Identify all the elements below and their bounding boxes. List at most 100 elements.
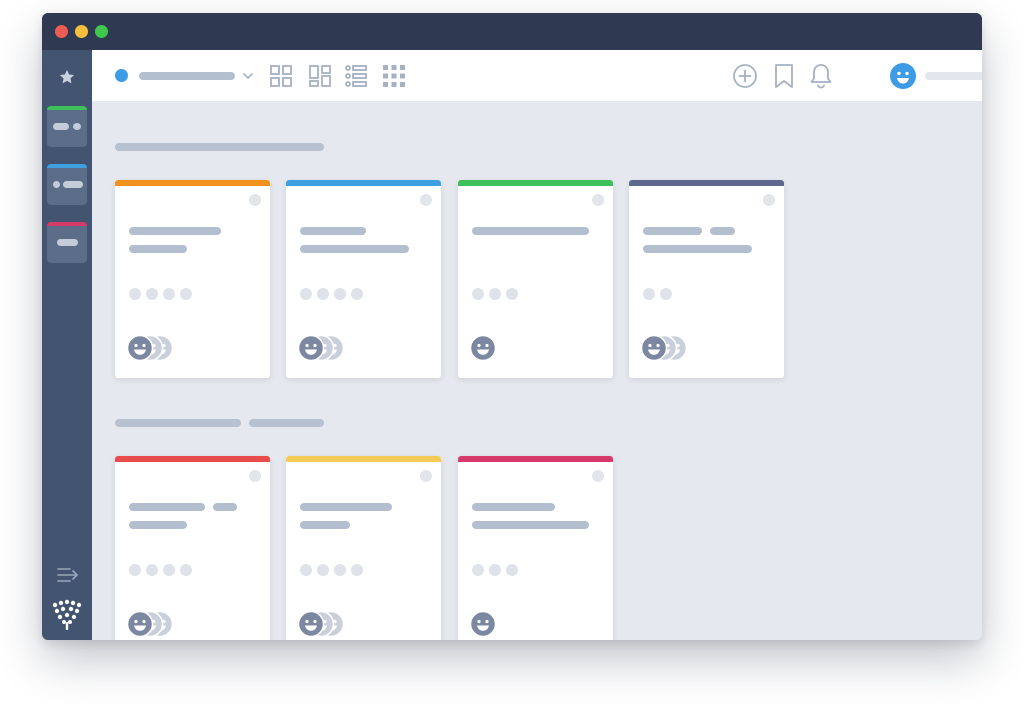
star-icon[interactable] (58, 68, 76, 86)
card-members (127, 611, 174, 638)
workspace-color-strip (47, 164, 87, 168)
compact-grid-view-icon[interactable] (382, 64, 406, 88)
section-title-2 (115, 419, 241, 427)
card-tag-dot (472, 564, 484, 576)
card-text-placeholder (300, 227, 366, 235)
member-avatar-icon (641, 335, 668, 362)
card-color-strip (286, 180, 441, 186)
member-avatar-icon (470, 335, 497, 362)
card-menu-dot[interactable] (420, 194, 432, 206)
card-tag-dot (489, 288, 501, 300)
board-title[interactable] (139, 72, 235, 80)
card-color-strip (115, 456, 270, 462)
top-toolbar (92, 50, 982, 101)
card-tag-dot (317, 288, 329, 300)
board-card[interactable] (115, 180, 270, 378)
title-bar (42, 13, 982, 50)
board-card[interactable] (115, 456, 270, 640)
card-tag-dot (146, 564, 158, 576)
card-members (470, 335, 497, 362)
bell-icon[interactable] (809, 62, 833, 90)
collapse-sidebar-icon[interactable] (56, 565, 80, 585)
card-text-placeholder (472, 521, 589, 529)
chevron-down-icon[interactable] (242, 70, 254, 82)
card-color-strip (629, 180, 784, 186)
card-color-strip (286, 456, 441, 462)
card-tag-dot (351, 564, 363, 576)
card-text-placeholder (472, 503, 555, 511)
card-menu-dot[interactable] (420, 470, 432, 482)
bookmark-icon[interactable] (773, 63, 795, 89)
card-color-strip (115, 180, 270, 186)
card-menu-dot[interactable] (592, 470, 604, 482)
workspace-tile-3[interactable] (47, 222, 87, 263)
tree-logo-icon (52, 599, 82, 630)
board-card[interactable] (286, 180, 441, 378)
card-text-placeholder (472, 227, 589, 235)
card-tag-dot (129, 564, 141, 576)
card-text-placeholder (710, 227, 735, 235)
card-tag-dot (334, 288, 346, 300)
card-tag-dot (489, 564, 501, 576)
board-card[interactable] (629, 180, 784, 378)
minimize-window-button[interactable] (75, 25, 88, 38)
grid-view-icon[interactable] (269, 64, 293, 88)
card-menu-dot[interactable] (592, 194, 604, 206)
card-tag-dot (506, 564, 518, 576)
board-card[interactable] (458, 456, 613, 640)
board-card[interactable] (286, 456, 441, 640)
workspace-tile-2[interactable] (47, 164, 87, 205)
card-text-placeholder (129, 521, 187, 529)
list-view-icon[interactable] (344, 64, 368, 88)
workspace-tile-1[interactable] (47, 106, 87, 147)
card-text-placeholder (300, 521, 350, 529)
close-window-button[interactable] (55, 25, 68, 38)
board-content (92, 101, 982, 640)
card-tag-dot (472, 288, 484, 300)
card-tag-dot (180, 288, 192, 300)
card-menu-dot[interactable] (249, 470, 261, 482)
card-tag-dot (660, 288, 672, 300)
workspace-glyph (53, 181, 60, 188)
card-color-strip (458, 456, 613, 462)
sidebar (42, 50, 92, 640)
card-tag-dot (129, 288, 141, 300)
card-color-strip (458, 180, 613, 186)
card-text-placeholder (213, 503, 237, 511)
card-members (470, 611, 497, 638)
card-tag-dot (643, 288, 655, 300)
card-menu-dot[interactable] (249, 194, 261, 206)
card-text-placeholder (300, 245, 409, 253)
user-avatar[interactable] (890, 63, 916, 89)
card-tag-dot (317, 564, 329, 576)
card-members (127, 335, 174, 362)
workspace-glyph (53, 123, 69, 130)
workspace-glyph (73, 123, 81, 130)
workspace-glyph (63, 181, 83, 188)
card-tag-dot (300, 564, 312, 576)
user-name[interactable] (925, 72, 982, 80)
workspace-color-strip (47, 222, 87, 226)
card-text-placeholder (129, 245, 187, 253)
card-tag-dot (506, 288, 518, 300)
card-tag-dot (163, 288, 175, 300)
card-text-placeholder (129, 503, 205, 511)
app-window (42, 13, 982, 640)
section-title-2-secondary (249, 419, 324, 427)
board-card[interactable] (458, 180, 613, 378)
member-avatar-icon (298, 611, 325, 638)
status-dot (115, 69, 128, 82)
zoom-window-button[interactable] (95, 25, 108, 38)
card-members (298, 335, 345, 362)
card-menu-dot[interactable] (763, 194, 775, 206)
card-tag-dot (334, 564, 346, 576)
card-text-placeholder (300, 503, 392, 511)
add-icon[interactable] (732, 63, 758, 89)
card-tag-dot (146, 288, 158, 300)
member-avatar-icon (470, 611, 497, 638)
workspace-glyph (57, 239, 78, 246)
card-members (641, 335, 688, 362)
masonry-view-icon[interactable] (308, 64, 332, 88)
member-avatar-icon (127, 335, 154, 362)
card-tag-dot (300, 288, 312, 300)
